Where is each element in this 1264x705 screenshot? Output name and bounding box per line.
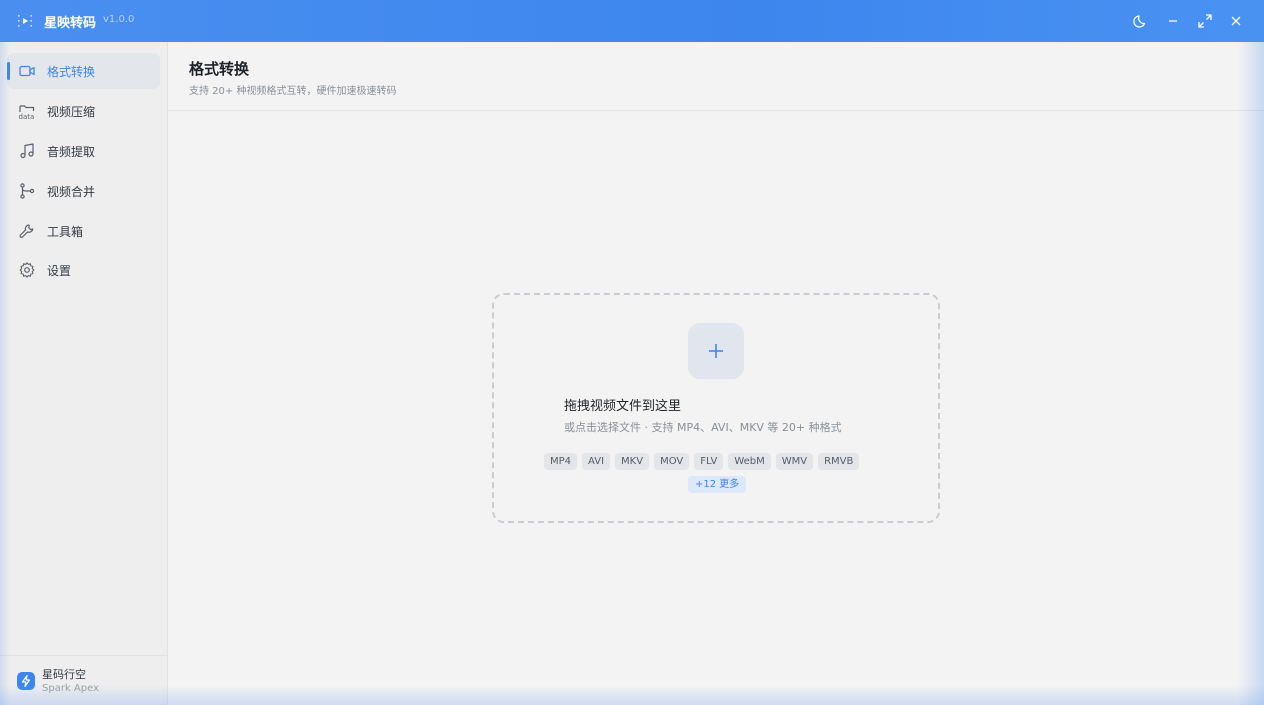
theme-toggle-button[interactable]: [1131, 11, 1151, 31]
moon-icon: [1133, 15, 1146, 28]
brand-subtitle: Spark Apex: [42, 683, 99, 694]
music-note-icon: [18, 142, 36, 160]
format-tag: WebM: [728, 453, 771, 470]
sidebar-footer: 星码行空 Spark Apex: [0, 655, 167, 705]
dropzone-hint: 或点击选择文件 · 支持 MP4、AVI、MKV 等 20+ 种格式: [564, 421, 842, 434]
minimize-button[interactable]: [1163, 11, 1183, 31]
sidebar-item-toolbox[interactable]: 工具箱: [7, 213, 160, 249]
sidebar-item-label: 格式转换: [47, 65, 96, 79]
sidebar-item-settings[interactable]: 设置: [7, 252, 160, 288]
page-subtitle: 支持 20+ 种视频格式互转，硬件加速极速转码: [189, 86, 397, 97]
format-tag: MOV: [654, 453, 690, 470]
format-tag: AVI: [582, 453, 611, 470]
sidebar-item-label: 音频提取: [47, 145, 96, 159]
maximize-icon: [1198, 14, 1212, 28]
format-tag: RMVB: [818, 453, 860, 470]
dropzone-title: 拖拽视频文件到这里: [564, 399, 682, 414]
gear-icon: [18, 261, 36, 279]
plus-icon: [709, 344, 723, 358]
add-file-button[interactable]: [688, 323, 744, 379]
sidebar-item-video-merge[interactable]: 视频合并: [7, 173, 160, 209]
sidebar-item-video-compress[interactable]: data 视频压缩: [7, 93, 160, 129]
app-video-icon: [17, 13, 33, 29]
sidebar: 格式转换 data 视频压缩 音频提取 视频合并 工具箱 设置 星码行空 Spa…: [0, 42, 168, 705]
maximize-button[interactable]: [1195, 11, 1215, 31]
data-folder-icon: data: [18, 102, 36, 121]
app-name: 星映转码: [44, 16, 97, 31]
format-tag: MP4: [544, 453, 578, 470]
page-title: 格式转换: [189, 60, 250, 78]
brand-name: 星码行空: [42, 668, 86, 681]
format-tag: MKV: [615, 453, 650, 470]
sidebar-item-label: 视频压缩: [47, 105, 96, 119]
more-formats-tag[interactable]: +12 更多: [688, 476, 747, 493]
minimize-icon: [1169, 20, 1177, 22]
app-version: v1.0.0: [103, 14, 135, 25]
video-camera-icon: [18, 62, 36, 80]
sidebar-item-audio-extract[interactable]: 音频提取: [7, 133, 160, 169]
sidebar-item-label: 设置: [47, 264, 72, 278]
lightning-icon: [17, 672, 35, 690]
merge-branch-icon: [18, 182, 36, 200]
format-tag: WMV: [775, 453, 814, 470]
active-indicator: [7, 62, 10, 80]
sidebar-item-label: 工具箱: [47, 225, 84, 239]
file-dropzone[interactable]: 拖拽视频文件到这里 或点击选择文件 · 支持 MP4、AVI、MKV 等 20+…: [492, 293, 940, 523]
page-header: 格式转换 支持 20+ 种视频格式互转，硬件加速极速转码: [168, 42, 1264, 111]
main-content: 格式转换 支持 20+ 种视频格式互转，硬件加速极速转码 拖拽视频文件到这里 或…: [168, 42, 1264, 705]
sidebar-item-label: 视频合并: [47, 185, 96, 199]
sidebar-item-format-convert[interactable]: 格式转换: [7, 53, 160, 89]
close-button[interactable]: [1226, 11, 1246, 31]
close-icon: [1231, 16, 1241, 26]
format-tag: FLV: [694, 453, 724, 470]
format-tags: MP4 AVI MKV MOV FLV WebM WMV RMVB: [544, 453, 864, 470]
svg-text:data: data: [19, 113, 35, 120]
wrench-icon: [18, 222, 36, 240]
title-bar: 星映转码 v1.0.0: [0, 0, 1264, 42]
